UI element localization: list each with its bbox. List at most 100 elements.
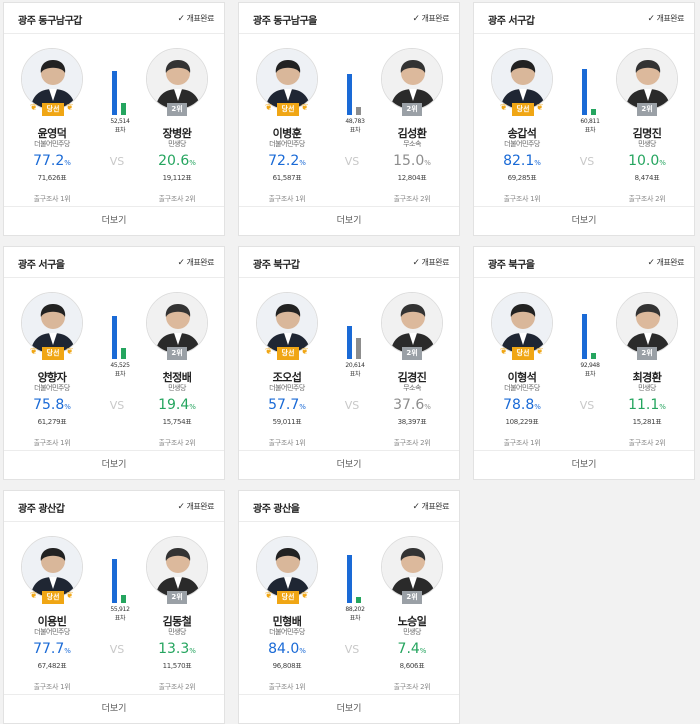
winner-party: 더불어민주당: [34, 384, 70, 392]
winner-percent-value: 72.2: [268, 153, 300, 169]
winner-photo[interactable]: [21, 536, 83, 598]
district-card: 광주 북구을 ✓ 개표완료 ❦ 당선 ❦ 2위 92,948 표차 이형석 최경…: [473, 246, 695, 480]
runnerup-percent: 13.3%: [132, 641, 222, 657]
percent-unit: %: [299, 403, 306, 411]
more-button[interactable]: 더보기: [4, 450, 224, 479]
winner-photo[interactable]: [491, 292, 553, 354]
winner-photo[interactable]: [21, 292, 83, 354]
district-name: 광주 광산을: [253, 504, 300, 515]
winner-exit-poll: 출구조사 1위: [33, 683, 71, 691]
more-button[interactable]: 더보기: [239, 694, 459, 723]
laurel-left-icon: ❦: [265, 347, 273, 357]
runnerup-percent-value: 37.6: [393, 397, 425, 413]
second-badge: 2위: [637, 347, 657, 360]
district-name: 광주 서구을: [18, 260, 65, 271]
runnerup-bar: [121, 595, 126, 603]
runnerup-votes: 8,606표: [399, 662, 425, 670]
laurel-left-icon: ❦: [30, 591, 38, 601]
person-icon: [257, 49, 317, 109]
runnerup-photo[interactable]: [616, 292, 678, 354]
vote-bars: [108, 307, 132, 359]
runnerup-party: 민생당: [168, 384, 186, 392]
win-badge: 당선: [42, 347, 64, 360]
winner-photo[interactable]: [256, 536, 318, 598]
more-button[interactable]: 더보기: [474, 450, 694, 479]
district-card: 광주 북구갑 ✓ 개표완료 ❦ 당선 ❦ 2위 20,614 표차 조오섭 김경…: [238, 246, 460, 480]
status-label: 개표완료: [421, 258, 450, 267]
runnerup-percent-value: 15.0: [393, 153, 425, 169]
person-icon: [147, 49, 207, 109]
card-header: 광주 서구을 ✓ 개표완료: [4, 247, 224, 278]
runnerup-percent: 20.6%: [132, 153, 222, 169]
vs-label: VS: [344, 643, 360, 656]
person-icon: [492, 293, 552, 353]
winner-bar: [347, 74, 352, 115]
runnerup-photo[interactable]: [146, 292, 208, 354]
winner-percent-value: 78.8: [503, 397, 535, 413]
winner-photo[interactable]: [256, 48, 318, 110]
check-icon: ✓: [177, 258, 186, 268]
laurel-left-icon: ❦: [500, 347, 508, 357]
person-icon: [257, 293, 317, 353]
vs-label: VS: [579, 399, 595, 412]
percent-unit: %: [424, 403, 431, 411]
winner-bar: [112, 559, 117, 603]
runnerup-photo[interactable]: [616, 48, 678, 110]
person-icon: [22, 293, 82, 353]
winner-exit-poll: 출구조사 1위: [268, 683, 306, 691]
more-button[interactable]: 더보기: [239, 206, 459, 235]
winner-votes: 67,482표: [37, 662, 67, 670]
card-header: 광주 동구남구갑 ✓ 개표완료: [4, 3, 224, 34]
winner-party: 더불어민주당: [504, 140, 540, 148]
status-label: 개표완료: [186, 502, 215, 511]
percent-unit: %: [299, 159, 306, 167]
runnerup-party: 민생당: [638, 384, 656, 392]
district-name: 광주 광산갑: [18, 504, 65, 515]
winner-party: 더불어민주당: [34, 628, 70, 636]
win-badge: 당선: [42, 591, 64, 604]
person-icon: [382, 49, 442, 109]
runnerup-votes: 19,112표: [162, 174, 192, 182]
person-icon: [257, 537, 317, 597]
more-button[interactable]: 더보기: [239, 450, 459, 479]
runnerup-percent-value: 10.0: [628, 153, 660, 169]
runnerup-photo[interactable]: [146, 536, 208, 598]
runnerup-party: 민생당: [403, 628, 421, 636]
card-header: 광주 광산을 ✓ 개표완료: [239, 491, 459, 522]
more-button[interactable]: 더보기: [4, 206, 224, 235]
runnerup-bar: [356, 338, 361, 359]
runnerup-votes: 11,570표: [162, 662, 192, 670]
count-complete-status: ✓ 개표완료: [648, 257, 685, 268]
winner-bar: [112, 71, 117, 115]
runnerup-photo[interactable]: [146, 48, 208, 110]
status-label: 개표완료: [656, 258, 685, 267]
runnerup-party: 민생당: [638, 140, 656, 148]
card-header: 광주 동구남구을 ✓ 개표완료: [239, 3, 459, 34]
laurel-left-icon: ❦: [265, 591, 273, 601]
runnerup-percent-value: 11.1: [628, 397, 660, 413]
status-label: 개표완료: [186, 258, 215, 267]
district-card: 광주 동구남구갑 ✓ 개표완료 ❦ 당선 ❦ 2위 52,514 표차 윤영덕 …: [3, 2, 225, 236]
runnerup-photo[interactable]: [381, 536, 443, 598]
winner-bar: [582, 69, 587, 115]
check-icon: ✓: [412, 14, 421, 24]
winner-bar: [347, 326, 352, 359]
winner-votes: 59,011표: [272, 418, 302, 426]
runnerup-photo[interactable]: [381, 48, 443, 110]
percent-unit: %: [189, 647, 196, 655]
winner-photo[interactable]: [21, 48, 83, 110]
person-icon: [147, 293, 207, 353]
more-button[interactable]: 더보기: [474, 206, 694, 235]
more-button[interactable]: 더보기: [4, 694, 224, 723]
person-icon: [492, 49, 552, 109]
vs-label: VS: [344, 399, 360, 412]
runnerup-percent-value: 20.6: [158, 153, 190, 169]
runnerup-percent-value: 7.4: [397, 641, 420, 657]
laurel-right-icon: ❦: [301, 103, 309, 113]
runnerup-percent: 11.1%: [602, 397, 692, 413]
winner-photo[interactable]: [491, 48, 553, 110]
winner-exit-poll: 출구조사 1위: [503, 439, 541, 447]
district-card: 광주 서구을 ✓ 개표완료 ❦ 당선 ❦ 2위 45,525 표차 양향자 천정…: [3, 246, 225, 480]
winner-photo[interactable]: [256, 292, 318, 354]
runnerup-photo[interactable]: [381, 292, 443, 354]
